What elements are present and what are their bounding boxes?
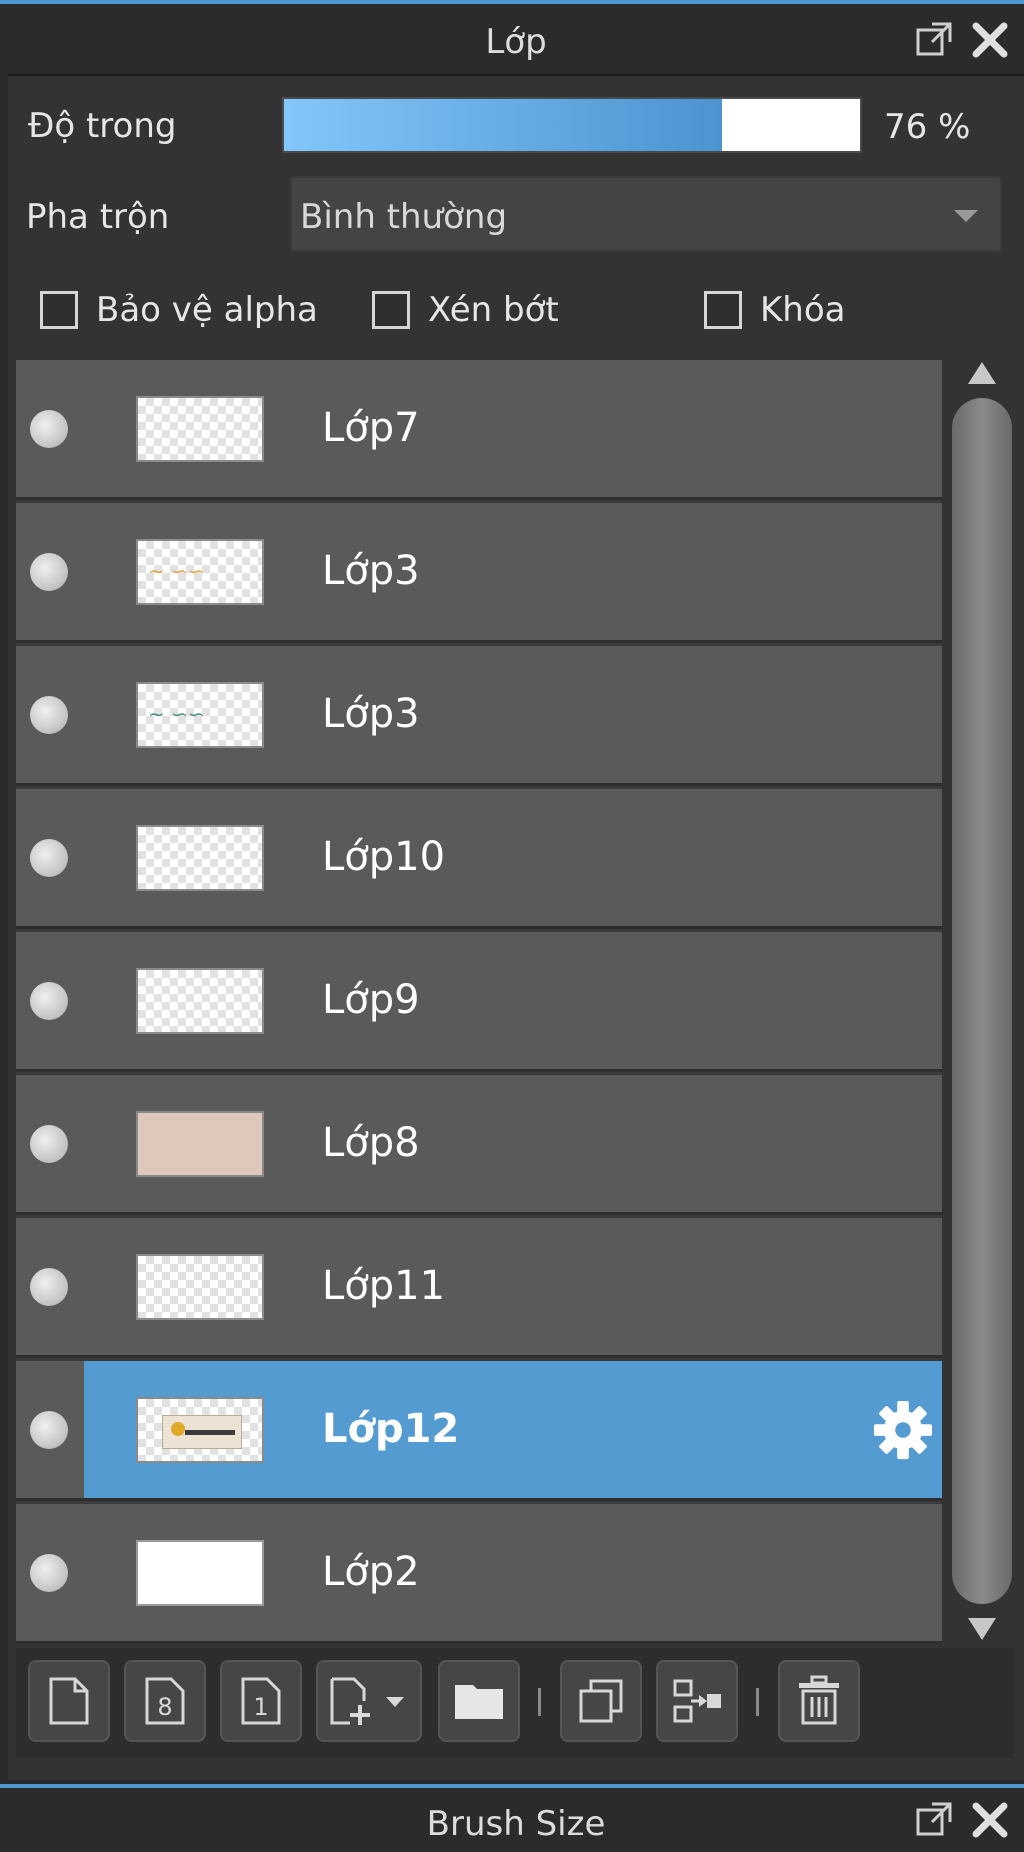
blend-mode-select[interactable]: Bình thường — [290, 176, 1002, 252]
scroll-down-icon[interactable] — [968, 1618, 996, 1640]
duplicate-layer-button[interactable] — [560, 1660, 642, 1742]
layer-row[interactable]: Lớp9 — [16, 932, 942, 1072]
new-folder-button[interactable] — [438, 1660, 520, 1742]
layer-thumbnail — [136, 1254, 264, 1320]
blend-label: Pha trộn — [26, 197, 170, 237]
layer-row[interactable]: Lớp11 — [16, 1218, 942, 1358]
lock-label: Khóa — [760, 290, 846, 330]
layer-row[interactable]: ∼ ∽∽ Lớp3 — [16, 646, 942, 786]
new-layer-button[interactable] — [28, 1660, 110, 1742]
opacity-slider[interactable] — [282, 97, 862, 153]
delete-layer-button[interactable] — [778, 1660, 860, 1742]
layer-thumbnail — [136, 1111, 264, 1177]
visibility-toggle[interactable] — [30, 839, 68, 877]
scroll-up-icon[interactable] — [968, 362, 996, 384]
layer-name: Lớp9 — [322, 977, 420, 1023]
scrollbar-thumb[interactable] — [952, 398, 1012, 1604]
layer-name: Lớp10 — [322, 834, 446, 880]
new-8bit-layer-icon: 8 — [145, 1677, 185, 1725]
visibility-toggle[interactable] — [30, 982, 68, 1020]
brush-size-title: Brush Size — [426, 1804, 606, 1844]
layer-row[interactable]: ∼ ∽∽ Lớp3 — [16, 503, 942, 643]
folder-icon — [455, 1685, 503, 1719]
layer-toolbar: 8 1 — [16, 1648, 1014, 1758]
layer-row[interactable]: Lớp7 — [16, 360, 942, 500]
layer-row[interactable]: Lớp8 — [16, 1075, 942, 1215]
opacity-label: Độ trong — [28, 106, 177, 146]
layer-row[interactable]: Lớp2 — [16, 1504, 942, 1644]
new-8bit-layer-button[interactable]: 8 — [124, 1660, 206, 1742]
layer-thumbnail: ∼ ∽∽ — [136, 539, 264, 605]
layer-thumbnail — [136, 825, 264, 891]
merge-down-icon — [673, 1679, 721, 1723]
duplicate-layer-icon — [579, 1679, 623, 1723]
add-layer-dropdown-icon — [330, 1677, 404, 1725]
blend-mode-value: Bình thường — [300, 197, 508, 237]
close-icon[interactable] — [970, 20, 1010, 60]
clipping-label: Xén bớt — [428, 290, 559, 330]
layer-name: Lớp3 — [322, 548, 420, 594]
visibility-toggle[interactable] — [30, 1268, 68, 1306]
trash-icon — [799, 1675, 839, 1725]
undock-icon[interactable] — [914, 1800, 954, 1840]
gear-icon[interactable] — [872, 1399, 934, 1461]
opacity-value: 76 % — [884, 107, 971, 147]
new-layer-icon — [49, 1677, 89, 1725]
layer-name: Lớp11 — [322, 1263, 446, 1309]
visibility-toggle[interactable] — [30, 1411, 68, 1449]
brush-size-title-bar[interactable]: Brush Size — [8, 1788, 1024, 1852]
chevron-down-icon — [954, 210, 978, 222]
toolbar-separator — [538, 1688, 541, 1716]
layer-row-selected[interactable]: Lớp12 — [16, 1361, 942, 1501]
layer-name: Lớp3 — [322, 691, 420, 737]
new-1bit-layer-icon: 1 — [241, 1677, 281, 1725]
layer-name: Lớp8 — [322, 1120, 420, 1166]
layer-thumbnail — [136, 396, 264, 462]
svg-text:8: 8 — [157, 1693, 172, 1721]
panel-title: Lớp — [485, 22, 547, 62]
visibility-toggle[interactable] — [30, 553, 68, 591]
lock-checkbox[interactable] — [704, 291, 742, 329]
layer-thumbnail — [136, 968, 264, 1034]
add-layer-dropdown-button[interactable] — [316, 1660, 422, 1742]
layer-name: Lớp7 — [322, 405, 420, 451]
toolbar-separator — [756, 1688, 759, 1716]
close-icon[interactable] — [970, 1800, 1010, 1840]
layer-name: Lớp2 — [322, 1549, 420, 1595]
merge-down-button[interactable] — [656, 1660, 738, 1742]
undock-icon[interactable] — [914, 20, 954, 60]
panel-title-bar[interactable]: Lớp — [8, 4, 1024, 76]
visibility-toggle[interactable] — [30, 1125, 68, 1163]
layer-thumbnail — [136, 1397, 264, 1463]
layer-list[interactable]: Lớp7 ∼ ∽∽ Lớp3 ∼ ∽∽ Lớp3 Lớp10 Lớp9 Lớp8… — [16, 360, 942, 1644]
opacity-slider-fill — [284, 99, 722, 151]
layer-thumbnail — [136, 1540, 264, 1606]
visibility-toggle[interactable] — [30, 410, 68, 448]
new-1bit-layer-button[interactable]: 1 — [220, 1660, 302, 1742]
svg-text:1: 1 — [253, 1693, 268, 1721]
layer-thumbnail: ∼ ∽∽ — [136, 682, 264, 748]
layer-row[interactable]: Lớp10 — [16, 789, 942, 929]
layer-name: Lớp12 — [322, 1406, 460, 1452]
protect-alpha-checkbox[interactable] — [40, 291, 78, 329]
visibility-toggle[interactable] — [30, 1554, 68, 1592]
protect-alpha-label: Bảo vệ alpha — [96, 290, 318, 330]
clipping-checkbox[interactable] — [372, 291, 410, 329]
visibility-toggle[interactable] — [30, 696, 68, 734]
